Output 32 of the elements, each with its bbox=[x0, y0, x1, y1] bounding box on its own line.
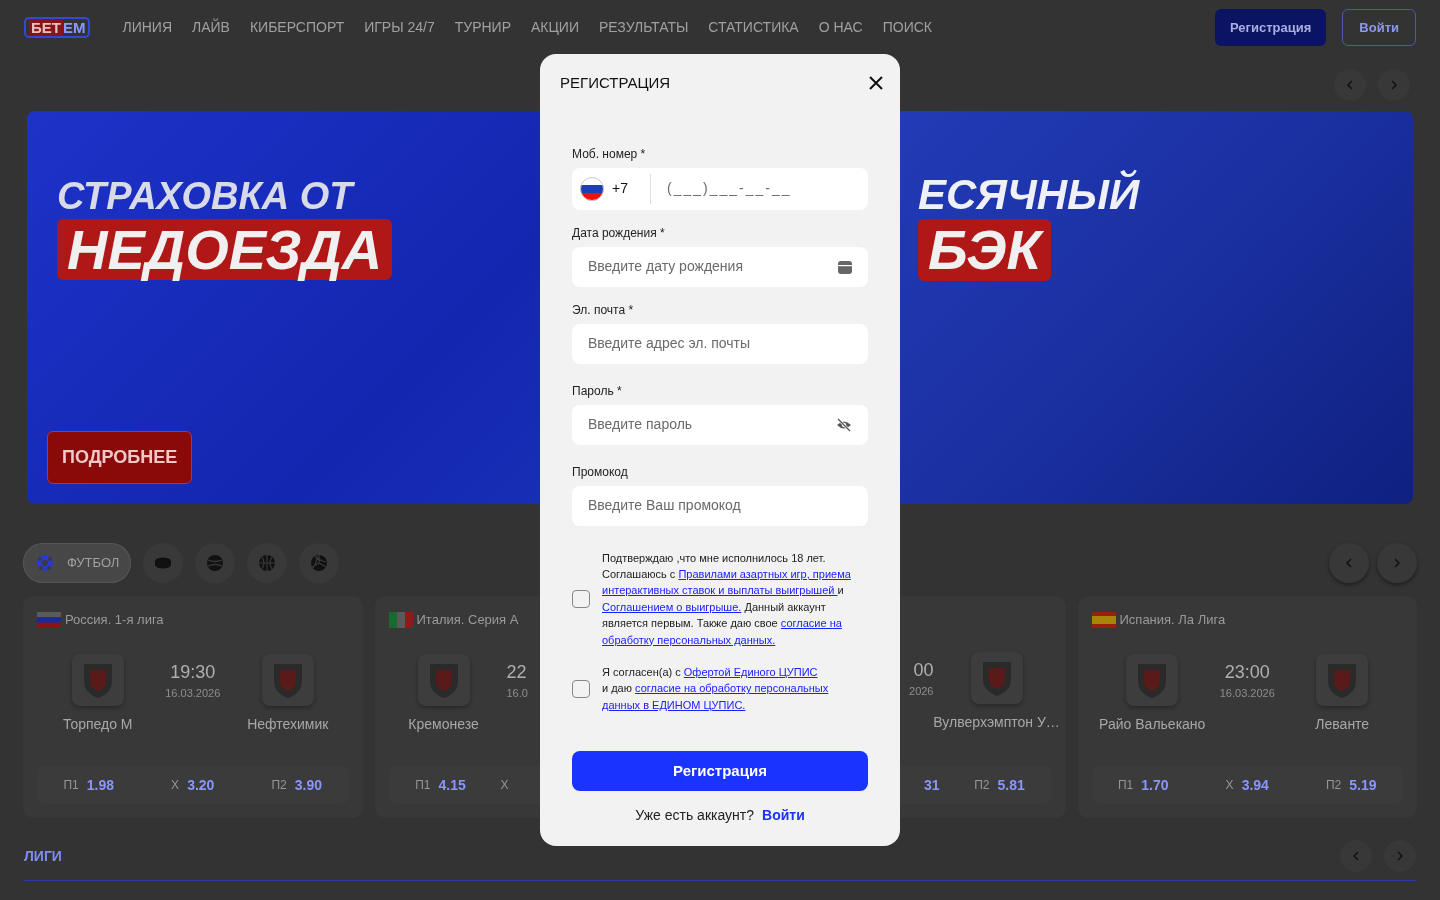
section-title: ЛИГИ bbox=[24, 846, 62, 866]
match-date: 16.0 bbox=[506, 685, 528, 701]
league-name: Россия. 1-я лига bbox=[65, 611, 164, 629]
team-name: Торпедо М bbox=[62, 714, 133, 734]
team-name: Кремонезе bbox=[408, 714, 479, 734]
banner-headline: БЭК bbox=[918, 219, 1051, 281]
dialog-title: РЕГИСТРАЦИЯ bbox=[560, 73, 671, 93]
match-time: 00 bbox=[913, 661, 934, 679]
field-label: Моб. номер * bbox=[572, 146, 647, 162]
team-name: Леванте bbox=[1315, 714, 1370, 734]
match-date: 16.03.2026 bbox=[165, 685, 221, 701]
match-time: 19:30 bbox=[170, 662, 216, 681]
consent-text: Я согласен(а) с Офертой Единого ЦУПИС и даю согласие на обработку персональных данных в ЕДИНОМ ЦУПИС. bbox=[602, 664, 830, 713]
team-name: Вулверхэмптон У… bbox=[933, 713, 1060, 732]
match-time: 23:00 bbox=[1224, 662, 1270, 681]
field-label: Пароль * bbox=[572, 383, 623, 399]
league-name: Испания. Ла Лига bbox=[1119, 611, 1226, 629]
match-time: 22 bbox=[506, 662, 527, 681]
consent-text: Подтверждаю ,что мне исполнилось 18 лет. Соглашаюсь с Правилами азартных игр, приема интерактивных ставок и выплаты выигрышей и Соглашением о выигрыше. Данный аккаунт является первым. Также даю свое согласие на обработку персональных данных. bbox=[602, 550, 852, 648]
banner-headline: СТРАХОВКА ОТ bbox=[57, 175, 353, 219]
team-name: Райо Вальекано bbox=[1099, 714, 1206, 734]
field-label: Промокод bbox=[572, 464, 629, 480]
match-date: 2026 bbox=[909, 684, 934, 699]
team-name: Нефтехимик bbox=[247, 714, 329, 734]
match-date: 16.03.2026 bbox=[1219, 685, 1275, 701]
field-label: Дата рождения * bbox=[572, 225, 666, 241]
league-name: Италия. Серия А bbox=[416, 611, 519, 629]
phone-prefix: +7 bbox=[612, 179, 628, 198]
login-prompt: Уже есть аккаунт? bbox=[635, 806, 754, 826]
banner-headline: ЕСЯЧНЫЙ bbox=[918, 171, 1140, 220]
field-label: Эл. почта * bbox=[572, 302, 635, 318]
banner-headline: НЕДОЕЗДА bbox=[57, 218, 393, 281]
